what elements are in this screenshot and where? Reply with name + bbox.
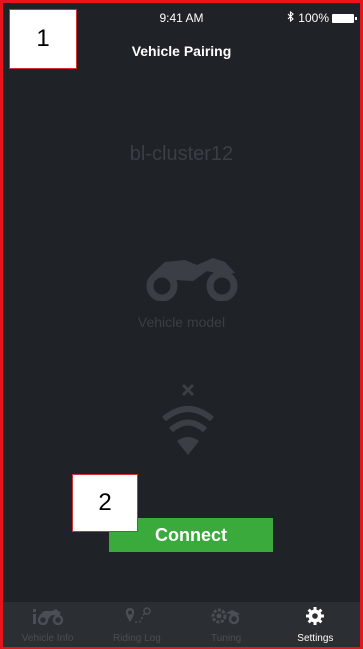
- wifi-disconnected-icon: [161, 381, 217, 462]
- vehicle-model-label: Vehicle model: [137, 314, 226, 330]
- device-name: bl-cluster12: [129, 143, 234, 165]
- tab-settings[interactable]: Settings: [271, 602, 360, 647]
- app-screen: 9:41 AM 100% Vehicle Pairing bl-cluster1…: [0, 0, 363, 649]
- riding-log-icon: [123, 607, 151, 630]
- tab-tuning[interactable]: Tuning: [182, 602, 271, 647]
- motorcycle-icon: [145, 253, 239, 306]
- tab-riding-log[interactable]: Riding Log: [92, 602, 181, 647]
- bluetooth-icon: [287, 10, 295, 25]
- status-right: 100%: [287, 10, 357, 25]
- annotation-marker-1: 1: [9, 9, 77, 69]
- battery-icon: [332, 13, 357, 23]
- tab-label-settings: Settings: [297, 633, 334, 644]
- annotation-marker-2: 2: [72, 474, 138, 532]
- tab-vehicle-info[interactable]: Vehicle Info: [3, 602, 92, 647]
- tuning-icon: [210, 607, 242, 630]
- settings-icon: [306, 607, 325, 630]
- tab-bar: Vehicle Info Riding Log Tuning Settings: [3, 602, 360, 647]
- tab-label-vehicle-info: Vehicle Info: [21, 633, 74, 644]
- tab-label-tuning: Tuning: [211, 633, 242, 644]
- battery-percent: 100%: [298, 11, 329, 25]
- tab-label-riding-log: Riding Log: [112, 633, 161, 644]
- vehicle-info-icon: [32, 607, 64, 630]
